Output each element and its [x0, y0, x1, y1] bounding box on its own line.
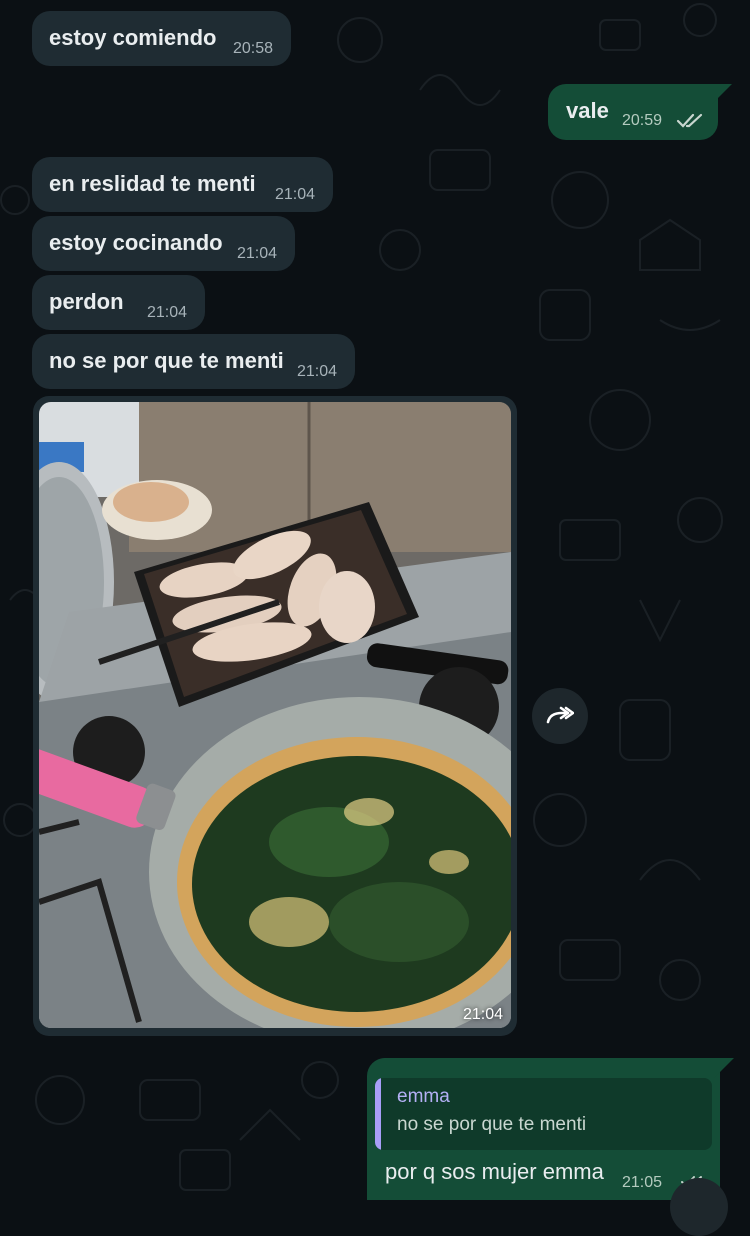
forward-icon: [546, 706, 574, 724]
incoming-message[interactable]: perdon 21:04: [32, 275, 205, 330]
reply-time: 21:05: [622, 1174, 663, 1191]
quote-accent-bar: [375, 1078, 381, 1150]
message-text: vale: [566, 98, 609, 123]
message-text: estoy cocinando: [49, 230, 223, 255]
message-text: en reslidad te menti: [49, 171, 256, 196]
reply-text: por q sos mujer emma: [385, 1159, 604, 1184]
quoted-text: no se por que te menti: [397, 1114, 587, 1135]
message-time: 21:04: [297, 363, 338, 380]
incoming-message[interactable]: estoy comiendo 20:58: [32, 11, 291, 66]
message-time: 21:04: [237, 245, 278, 262]
photo-time: 21:04: [462, 1006, 503, 1023]
incoming-message[interactable]: en reslidad te menti 21:04: [32, 157, 333, 212]
photo-message[interactable]: 21:04: [33, 396, 517, 1036]
outgoing-message[interactable]: vale 20:59: [548, 84, 718, 140]
bubble-tail: [712, 84, 732, 104]
scroll-down-button[interactable]: [670, 1178, 728, 1236]
message-text: estoy comiendo: [49, 25, 217, 50]
cooking-photo[interactable]: [39, 402, 511, 1028]
message-time: 20:59: [622, 112, 663, 129]
incoming-message[interactable]: no se por que te menti 21:04: [32, 334, 355, 389]
message-text: no se por que te menti: [49, 348, 284, 373]
message-time: 21:04: [147, 304, 188, 321]
message-text: perdon: [49, 289, 124, 314]
incoming-message[interactable]: estoy cocinando 21:04: [32, 216, 295, 271]
message-time: 20:58: [233, 40, 274, 57]
message-time: 21:04: [275, 186, 316, 203]
quoted-author: emma: [397, 1086, 450, 1107]
forward-button[interactable]: [532, 688, 588, 744]
double-check-icon: [676, 113, 703, 128]
quoted-message[interactable]: emma no se por que te menti: [375, 1078, 712, 1150]
bubble-tail: [714, 1058, 734, 1078]
